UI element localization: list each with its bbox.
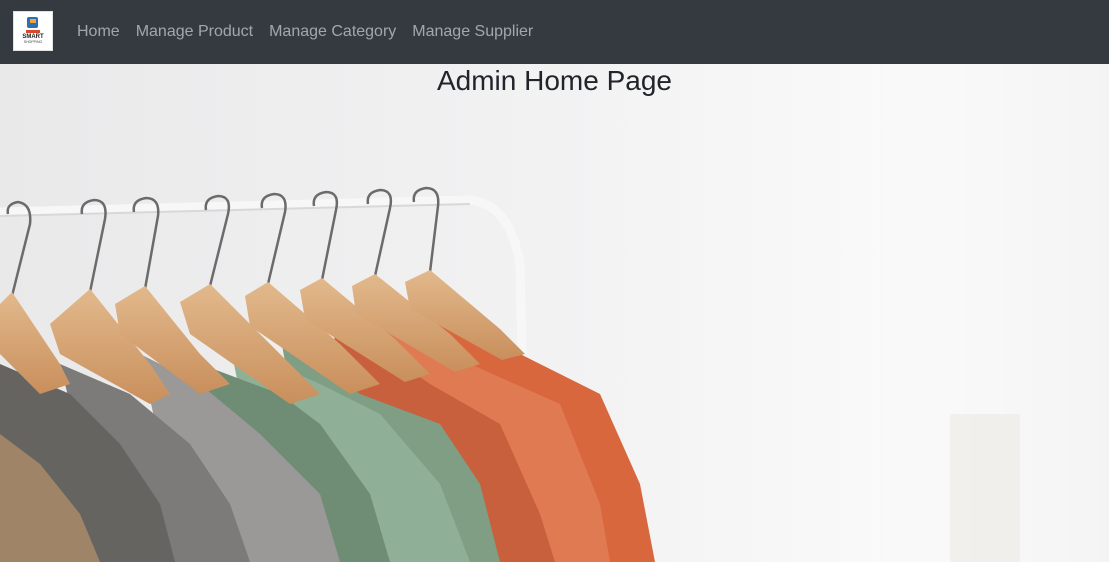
nav-link-manage-product[interactable]: Manage Product — [128, 22, 261, 42]
nav-link-manage-category[interactable]: Manage Category — [261, 22, 404, 42]
hero-image — [0, 64, 1109, 562]
logo-text-bottom: SHOPPING — [24, 40, 43, 44]
nav-link-home[interactable]: Home — [69, 22, 128, 42]
nav-links: Home Manage Product Manage Category Mana… — [69, 0, 541, 64]
store-logo-icon: SMART SHOPPING — [14, 12, 52, 50]
brand-logo[interactable]: SMART SHOPPING — [13, 11, 53, 51]
top-navbar: SMART SHOPPING Home Manage Product Manag… — [0, 0, 1109, 64]
page-title: Admin Home Page — [436, 65, 672, 96]
nav-link-manage-supplier[interactable]: Manage Supplier — [404, 22, 541, 42]
clothes-on-hangers-image — [0, 64, 1109, 562]
